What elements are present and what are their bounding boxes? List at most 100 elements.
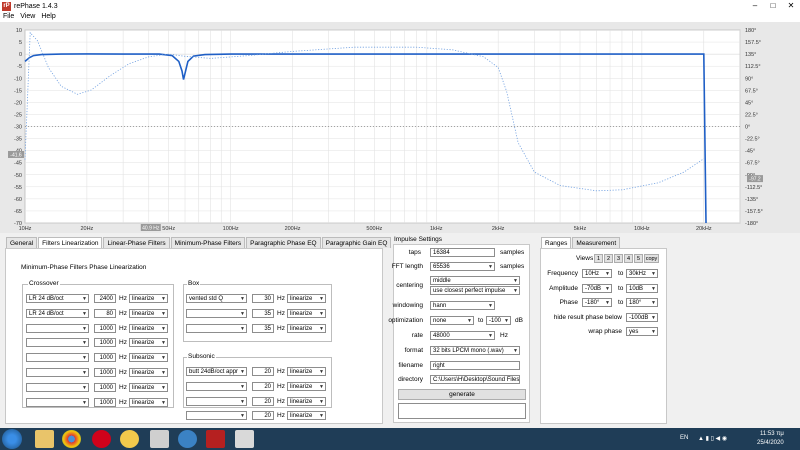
minimize-icon[interactable]: – — [746, 0, 764, 12]
crossover-mode-select[interactable]: linearize — [129, 338, 168, 348]
tab-paragraphic-gain-eq[interactable]: Paragraphic Gain EQ — [321, 237, 392, 248]
format-select[interactable]: 32 bits LPCM mono (.wav) — [430, 346, 520, 355]
subsonic-type-select[interactable] — [186, 396, 247, 406]
tab-linear-phase-filters[interactable]: Linear-Phase Filters — [103, 237, 170, 248]
file-explorer-icon[interactable] — [35, 430, 54, 448]
centering-mode-select[interactable]: use closest perfect impulse — [430, 286, 520, 295]
rate-select[interactable]: 48000 — [430, 331, 495, 340]
crossover-frequency-input[interactable]: 1000 — [94, 368, 116, 377]
clock-time[interactable]: 11:53 πμ — [760, 431, 784, 437]
fft-select[interactable]: 65536 — [430, 262, 495, 271]
hide-phase-select[interactable]: -100dB — [626, 313, 658, 322]
phase-to-select[interactable]: 180° — [626, 298, 658, 307]
crossover-type-select[interactable] — [26, 397, 89, 407]
crossover-mode-select[interactable]: linearize — [129, 397, 168, 407]
optimization-db-select[interactable]: -100 — [486, 316, 511, 325]
optimization-select[interactable]: none — [430, 316, 474, 325]
view-4-button[interactable]: 4 — [624, 254, 633, 263]
clock-date[interactable]: 25/4/2020 — [757, 440, 784, 446]
centering-select[interactable]: middle — [430, 276, 520, 285]
frequency-from-select[interactable]: 10Hz — [582, 269, 612, 278]
menu-file[interactable]: File — [0, 12, 17, 22]
maximize-icon[interactable]: □ — [764, 0, 782, 12]
generate-button[interactable]: generate — [398, 389, 526, 400]
paint-icon[interactable] — [235, 430, 254, 448]
start-button[interactable] — [2, 429, 22, 449]
box-mode-select[interactable]: linearize — [287, 308, 326, 318]
box-mode-select[interactable]: linearize — [287, 323, 326, 333]
subsonic-type-select[interactable] — [186, 381, 247, 391]
taps-input[interactable]: 16384 — [430, 248, 495, 257]
subsonic-frequency-input[interactable]: 20 — [252, 367, 274, 376]
crossover-frequency-input[interactable]: 1000 — [94, 397, 116, 407]
crossover-mode-select[interactable]: linearize — [129, 382, 168, 392]
crossover-type-select[interactable] — [26, 382, 89, 392]
response-chart[interactable]: 1050-5-10-15-20-25-30-35-40-45-50-55-60-… — [0, 22, 800, 233]
subsonic-mode-select[interactable]: linearize — [287, 367, 326, 376]
tab-paragraphic-phase-eq[interactable]: Paragraphic Phase EQ — [246, 237, 321, 248]
menu-view[interactable]: View — [17, 12, 38, 22]
crossover-type-select[interactable]: LR 24 dB/oct — [26, 308, 89, 318]
crossover-mode-select[interactable]: linearize — [129, 294, 168, 303]
subsonic-mode-select[interactable]: linearize — [287, 381, 326, 391]
crossover-type-select[interactable] — [26, 323, 89, 333]
subsonic-type-select[interactable] — [186, 411, 247, 421]
box-type-select[interactable]: vented std Q — [186, 294, 247, 303]
rephase-taskbar-icon[interactable] — [206, 430, 225, 448]
filename-input[interactable]: right — [430, 361, 520, 370]
subsonic-frequency-input[interactable]: 20 — [252, 381, 274, 391]
crossover-mode-select[interactable]: linearize — [129, 323, 168, 333]
notepad-icon[interactable] — [150, 430, 169, 448]
language-indicator[interactable]: EN — [680, 435, 688, 441]
tab-general[interactable]: General — [6, 237, 38, 248]
box-frequency-input[interactable]: 30 — [252, 294, 274, 303]
windowing-select[interactable]: hann — [430, 301, 495, 310]
chrome-icon[interactable] — [62, 430, 81, 448]
crossover-frequency-input[interactable]: 1000 — [94, 338, 116, 348]
crossover-mode-select[interactable]: linearize — [129, 368, 168, 377]
browser-icon[interactable] — [120, 430, 139, 448]
subsonic-frequency-input[interactable]: 20 — [252, 411, 274, 421]
amplitude-to-select[interactable]: 10dB — [626, 284, 658, 293]
box-mode-select[interactable]: linearize — [287, 294, 326, 303]
media-player-icon[interactable] — [178, 430, 197, 448]
menu-help[interactable]: Help — [38, 12, 58, 22]
copy-view-button[interactable]: copy — [644, 254, 659, 263]
crossover-mode-select[interactable]: linearize — [129, 353, 168, 363]
crossover-frequency-input[interactable]: 1000 — [94, 323, 116, 333]
phase-from-select[interactable]: -180° — [582, 298, 612, 307]
crossover-type-select[interactable] — [26, 338, 89, 348]
tab-minimum-phase-filters[interactable]: Minimum-Phase Filters — [170, 237, 246, 248]
tab-ranges[interactable]: Ranges — [541, 237, 572, 248]
frequency-to-select[interactable]: 30kHz — [626, 269, 658, 278]
response-plot[interactable]: 1050-5-10-15-20-25-30-35-40-45-50-55-60-… — [0, 22, 800, 233]
crossover-frequency-input[interactable]: 1000 — [94, 382, 116, 392]
box-type-select[interactable] — [186, 308, 247, 318]
subsonic-mode-select[interactable]: linearize — [287, 396, 326, 406]
close-icon[interactable]: ✕ — [782, 0, 800, 12]
box-type-select[interactable] — [186, 323, 247, 333]
crossover-mode-select[interactable]: linearize — [129, 308, 168, 318]
view-1-button[interactable]: 1 — [594, 254, 603, 263]
opera-icon[interactable] — [92, 430, 111, 448]
subsonic-frequency-input[interactable]: 20 — [252, 396, 274, 406]
subsonic-mode-select[interactable]: linearize — [287, 411, 326, 421]
view-3-button[interactable]: 3 — [614, 254, 623, 263]
wrap-phase-select[interactable]: yes — [626, 327, 658, 336]
crossover-type-select[interactable]: LR 24 dB/oct — [26, 294, 89, 303]
crossover-type-select[interactable] — [26, 353, 89, 363]
box-frequency-input[interactable]: 35 — [252, 308, 274, 318]
subsonic-type-select[interactable]: butt 24dB/oct appr — [186, 367, 247, 376]
box-frequency-input[interactable]: 35 — [252, 323, 274, 333]
tray-icons[interactable]: ▲ ▮ ▯ ◀ ◉ — [698, 435, 727, 442]
crossover-frequency-input[interactable]: 2400 — [94, 294, 116, 303]
amplitude-from-select[interactable]: -70dB — [582, 284, 612, 293]
view-5-button[interactable]: 5 — [634, 254, 643, 263]
tab-measurement[interactable]: Measurement — [572, 237, 621, 248]
crossover-frequency-input[interactable]: 1000 — [94, 353, 116, 363]
tab-filters-linearization[interactable]: Filters Linearization — [38, 237, 103, 248]
crossover-type-select[interactable] — [26, 368, 89, 377]
crossover-frequency-input[interactable]: 80 — [94, 308, 116, 318]
view-2-button[interactable]: 2 — [604, 254, 613, 263]
directory-input[interactable]: C:\Users\H\Desktop\Sound Files — [430, 375, 520, 384]
